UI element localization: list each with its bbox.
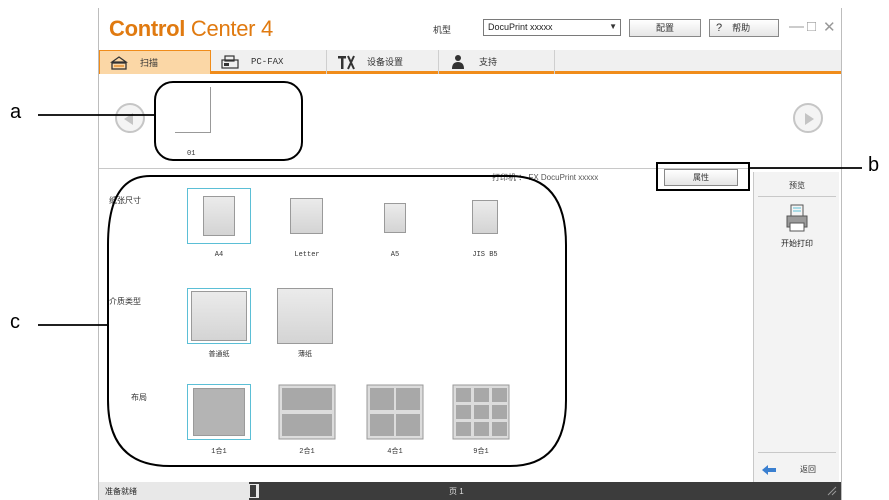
- tab-support-label: 支持: [479, 57, 498, 67]
- tab-device-settings-label: 设备设置: [367, 57, 404, 67]
- status-text: 准备就绪: [99, 482, 249, 500]
- device-settings-icon: [338, 55, 355, 70]
- paper-jis-b5-icon: [472, 200, 498, 234]
- next-arrow-icon[interactable]: [793, 103, 823, 133]
- printer-name: 打印机 ： FX DocuPrint xxxxx: [492, 173, 599, 182]
- tab-support[interactable]: 支持: [439, 50, 555, 74]
- paper-size-caption: Letter: [294, 251, 320, 259]
- layout-4-in-1[interactable]: 4合1: [363, 384, 427, 456]
- title-bar: Control Center 4 机型 DocuPrint xxxxx ▼ 配置…: [99, 8, 841, 48]
- model-select[interactable]: DocuPrint xxxxx ▼: [483, 19, 621, 36]
- layout-4-icon: [366, 384, 424, 440]
- back-arrow-icon: [762, 465, 776, 475]
- media-type-label: 介质类型: [109, 297, 141, 306]
- fax-icon: [221, 55, 239, 69]
- tab-scan-label: 扫描: [140, 58, 159, 68]
- layout-1-icon: [193, 388, 245, 436]
- config-button[interactable]: 配置: [629, 19, 701, 37]
- layout-9-in-1[interactable]: 9合1: [449, 384, 513, 456]
- layout-caption: 4合1: [387, 448, 403, 456]
- prev-arrow-icon[interactable]: [115, 103, 145, 133]
- page-thumbnail[interactable]: [175, 87, 211, 133]
- paper-size-caption: A5: [390, 251, 400, 259]
- preview-button[interactable]: 预览: [754, 180, 840, 191]
- app-logo: Control Center 4: [109, 16, 273, 41]
- paper-a5-icon: [384, 203, 406, 233]
- panel-divider: [758, 452, 836, 453]
- callout-a-label: a: [10, 101, 22, 123]
- scan-icon: [110, 56, 128, 70]
- layout-caption: 1合1: [211, 448, 227, 456]
- plain-paper-icon: [191, 291, 247, 341]
- paper-size-label: 纸张尺寸: [109, 196, 141, 205]
- layout-9-icon: [452, 384, 510, 440]
- paper-size-caption: A4: [214, 251, 224, 259]
- layout-caption: 2合1: [299, 448, 315, 456]
- scan-preview-strip: 01: [99, 77, 841, 169]
- model-label: 机型: [433, 25, 452, 35]
- tab-bar: 扫描 PC-FAX 设备设置 支持: [99, 50, 841, 74]
- manual-figure: Control Center 4 机型 DocuPrint xxxxx ▼ 配置…: [0, 0, 889, 500]
- printer-icon: [786, 204, 808, 232]
- control-center-window: Control Center 4 机型 DocuPrint xxxxx ▼ 配置…: [98, 8, 842, 500]
- chevron-down-icon: ▼: [609, 22, 617, 31]
- restore-icon[interactable]: □: [807, 18, 816, 35]
- ink-level-icon: [247, 484, 259, 498]
- help-icon: ?: [716, 22, 723, 34]
- help-button-label: 帮助: [732, 23, 751, 33]
- layout-label: 布局: [131, 393, 147, 402]
- layout-2-icon: [278, 384, 336, 440]
- media-type-caption: 薄纸: [298, 351, 312, 359]
- paper-a4-icon: [203, 196, 235, 236]
- paper-letter-icon: [290, 198, 323, 234]
- tab-scan[interactable]: 扫描: [99, 50, 211, 74]
- layout-caption: 9合1: [473, 448, 489, 456]
- model-select-value: DocuPrint xxxxx: [488, 22, 553, 32]
- page-indicator: 页 1: [449, 487, 464, 496]
- media-type-caption: 普通纸: [208, 351, 230, 359]
- start-print-button[interactable]: 开始打印: [754, 202, 840, 256]
- resize-grip-icon[interactable]: [827, 486, 837, 496]
- tab-pc-fax-label: PC-FAX: [251, 57, 284, 67]
- minimize-icon[interactable]: —: [789, 18, 804, 35]
- tab-pc-fax[interactable]: PC-FAX: [211, 50, 327, 74]
- page-thumbnail-label: 01: [187, 150, 196, 158]
- paper-size-caption: JIS B5: [472, 251, 498, 259]
- print-action-panel: 预览 开始打印 返回: [753, 172, 839, 490]
- thin-paper-icon: [277, 288, 333, 344]
- close-icon[interactable]: ✕: [823, 18, 836, 36]
- status-bar: 准备就绪 页 1: [99, 482, 841, 500]
- back-label: 返回: [800, 465, 816, 474]
- help-button[interactable]: ? 帮助: [709, 19, 779, 37]
- tab-device-settings[interactable]: 设备设置: [327, 50, 439, 74]
- layout-2-in-1[interactable]: 2合1: [275, 384, 339, 456]
- start-print-label: 开始打印: [781, 239, 813, 248]
- callout-c-label: c: [10, 311, 20, 333]
- callout-b-label: b: [868, 154, 880, 176]
- panel-divider: [758, 196, 836, 197]
- support-icon: [452, 55, 464, 69]
- back-button[interactable]: 返回: [754, 460, 840, 480]
- properties-button[interactable]: 属性: [664, 169, 738, 186]
